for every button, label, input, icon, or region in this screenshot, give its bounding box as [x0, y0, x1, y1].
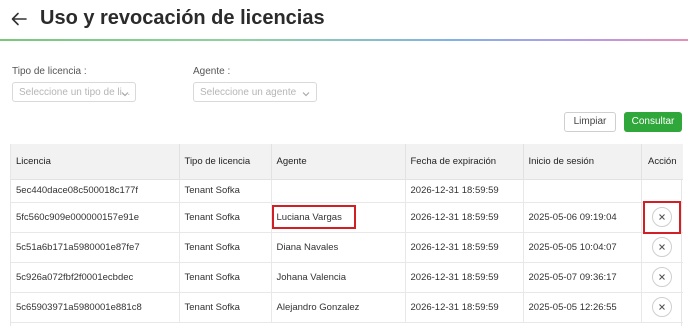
- page-title: Uso y revocación de licencias: [40, 7, 325, 29]
- table-row: 5c65903971a5980001e881c8 Tenant Sofka Al…: [11, 292, 683, 323]
- column-header-action: Acción: [641, 144, 683, 180]
- column-header-expiration: Fecha de expiración: [405, 144, 524, 180]
- type-cell: Tenant Sofka: [179, 179, 272, 203]
- license-cell: 5c65903971a5980001e881c8: [11, 292, 180, 323]
- type-cell: Tenant Sofka: [179, 292, 272, 323]
- expiration-cell: 2026-12-31 18:59:59: [405, 232, 524, 263]
- table-row: 5ec440dace08c500018c177f Tenant Sofka 20…: [11, 179, 683, 203]
- clear-button[interactable]: Limpiar: [564, 112, 616, 132]
- session-cell: [523, 179, 642, 203]
- close-icon: [659, 304, 666, 310]
- page-header: Uso y revocación de licencias: [0, 0, 688, 41]
- column-header-session: Inicio de sesión: [523, 144, 642, 180]
- chevron-down-icon: [121, 89, 129, 97]
- chevron-down-icon: [302, 89, 310, 97]
- agent-placeholder: Seleccione un agente: [200, 87, 297, 98]
- license-cell: 5fc560c909e000000157e91e: [11, 202, 180, 233]
- expiration-cell: 2026-12-31 18:59:59: [405, 292, 524, 323]
- license-cell: 5c926a072fbf2f0001ecbdec: [11, 262, 180, 293]
- agent-cell: Diana Navales: [271, 232, 406, 263]
- license-cell: 5ec440dace08c500018c177f: [11, 179, 180, 203]
- agent-cell: Johana Valencia: [271, 262, 406, 293]
- close-icon: [659, 244, 666, 250]
- revoke-button[interactable]: [652, 237, 673, 257]
- header-divider: [0, 39, 688, 41]
- action-cell: [641, 202, 683, 233]
- session-cell: 2025-05-07 09:36:17: [523, 262, 642, 293]
- license-type-label: Tipo de licencia :: [12, 66, 87, 77]
- agent-cell: Luciana Vargas: [271, 202, 406, 233]
- action-cell: [641, 232, 683, 263]
- type-cell: Tenant Sofka: [179, 202, 272, 233]
- table-row: 5fc560c909e000000157e91e Tenant Sofka Lu…: [11, 202, 683, 233]
- type-cell: Tenant Sofka: [179, 232, 272, 263]
- session-cell: 2025-05-05 12:26:55: [523, 292, 642, 323]
- session-cell: 2025-05-05 10:04:07: [523, 232, 642, 263]
- filters-panel: Tipo de licencia : Seleccione un tipo de…: [0, 66, 688, 106]
- licenses-table: Licencia Tipo de licencia Agente Fecha d…: [10, 144, 683, 326]
- agent-cell: [271, 179, 406, 203]
- agent-label: Agente :: [193, 66, 231, 77]
- expiration-cell: 2026-12-31 18:59:59: [405, 202, 524, 233]
- action-cell: [641, 179, 683, 203]
- column-header-agent: Agente: [271, 144, 406, 180]
- session-cell: 2025-05-06 09:19:04: [523, 202, 642, 233]
- column-header-license: Licencia: [11, 144, 180, 180]
- close-icon: [659, 214, 666, 220]
- table-row: 5c51a6b171a5980001e87fe7 Tenant Sofka Di…: [11, 232, 683, 263]
- query-button[interactable]: Consultar: [624, 112, 682, 132]
- expiration-cell: 2026-12-31 18:59:59: [405, 262, 524, 293]
- action-cell: [641, 292, 683, 323]
- revoke-button[interactable]: [652, 297, 673, 317]
- license-cell: 5c51a6b171a5980001e87fe7: [11, 232, 180, 263]
- expiration-cell: 2026-12-31 18:59:59: [405, 179, 524, 203]
- revoke-button[interactable]: [652, 267, 673, 287]
- revoke-button[interactable]: [652, 207, 673, 227]
- close-icon: [659, 274, 666, 280]
- column-header-type: Tipo de licencia: [179, 144, 272, 180]
- table-header-row: Licencia Tipo de licencia Agente Fecha d…: [11, 144, 683, 180]
- type-cell: Tenant Sofka: [179, 262, 272, 293]
- license-type-placeholder: Seleccione un tipo de li...: [19, 87, 131, 98]
- agent-select[interactable]: Seleccione un agente: [193, 82, 317, 102]
- arrow-left-icon[interactable]: [10, 10, 28, 28]
- agent-cell: Alejandro Gonzalez: [271, 292, 406, 323]
- action-cell: [641, 262, 683, 293]
- table-row: 5c926a072fbf2f0001ecbdec Tenant Sofka Jo…: [11, 262, 683, 293]
- license-type-select[interactable]: Seleccione un tipo de li...: [12, 82, 136, 102]
